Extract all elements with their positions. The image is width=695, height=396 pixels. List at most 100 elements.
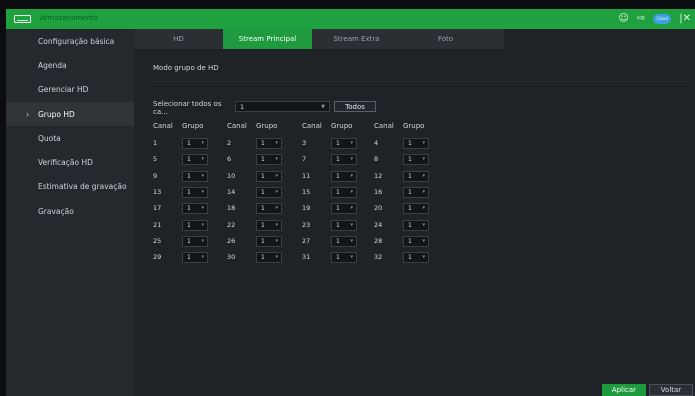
window-title: Armazenamento <box>40 14 98 22</box>
group-dropdown[interactable]: 1 ▾ <box>256 154 282 166</box>
group-value: 1 <box>187 188 191 196</box>
group-value: 1 <box>261 156 265 164</box>
chevron-down-icon: ▾ <box>350 140 353 146</box>
chevron-down-icon: ▾ <box>201 205 204 212</box>
channel-number: 15 <box>302 187 311 196</box>
channel-number: 14 <box>227 187 236 196</box>
sidebar-item[interactable]: › Grupo HD <box>6 101 134 127</box>
channel-number: 10 <box>227 171 236 180</box>
group-value: 1 <box>408 205 412 213</box>
sidebar-item[interactable]: Verificação HD <box>6 150 134 174</box>
channel-number: 31 <box>302 253 311 262</box>
group-dropdown[interactable]: 1 ▾ <box>331 154 357 166</box>
sidebar-item-label: Grupo HD <box>38 109 75 119</box>
close-icon[interactable]: |✕ <box>679 14 691 24</box>
select-all-dropdown[interactable]: 1 ▼ <box>235 101 330 112</box>
group-dropdown[interactable]: 1 ▾ <box>331 252 357 264</box>
group-dropdown[interactable]: 1 ▾ <box>182 138 208 149</box>
user-icon[interactable]: ☺ <box>618 14 628 24</box>
sidebar-item[interactable]: Estimativa de gravação <box>6 175 134 199</box>
channel-number: 4 <box>374 139 379 147</box>
sidebar-item[interactable]: Agenda <box>6 53 134 77</box>
group-dropdown[interactable]: 1 ▾ <box>182 252 208 264</box>
group-value: 1 <box>261 221 265 229</box>
group-dropdown[interactable]: 1 ▾ <box>256 138 282 149</box>
group-dropdown[interactable]: 1 ▾ <box>331 138 357 149</box>
chevron-down-icon: ▾ <box>350 205 353 212</box>
group-dropdown[interactable]: 1 ▾ <box>403 154 429 166</box>
grupo-header: Grupo <box>403 122 425 130</box>
group-dropdown[interactable]: 1 ▾ <box>331 203 357 215</box>
todos-button[interactable]: Todos <box>334 101 376 112</box>
cloud-icon[interactable]: Cloud <box>653 14 672 24</box>
back-button[interactable]: Voltar <box>649 384 693 396</box>
group-dropdown[interactable]: 1 ▾ <box>256 219 282 231</box>
exit-icon[interactable]: ⇨ <box>637 14 645 24</box>
canal-header: Canal <box>374 122 394 130</box>
group-dropdown[interactable]: 1 ▾ <box>331 219 357 231</box>
apply-button[interactable]: Aplicar <box>602 384 646 396</box>
group-value: 1 <box>336 156 340 164</box>
group-dropdown[interactable]: 1 ▾ <box>182 170 208 182</box>
chevron-down-icon: ▾ <box>275 140 278 146</box>
group-value: 1 <box>408 156 412 164</box>
group-dropdown[interactable]: 1 ▾ <box>182 219 208 231</box>
chevron-right-icon: › <box>26 109 30 119</box>
group-dropdown[interactable]: 1 ▾ <box>182 186 208 198</box>
chevron-down-icon: ▾ <box>350 221 353 228</box>
sidebar-item[interactable]: Configuração básica <box>6 29 134 53</box>
sidebar-item[interactable]: Gravação <box>6 199 134 223</box>
group-dropdown[interactable]: 1 ▾ <box>403 186 429 198</box>
group-dropdown[interactable]: 1 ▾ <box>182 154 208 166</box>
select-all-row: Selecionar todos os ca... 1 ▼ Todos <box>153 100 376 116</box>
group-dropdown[interactable]: 1 ▾ <box>256 186 282 198</box>
group-value: 1 <box>408 254 412 262</box>
group-dropdown[interactable]: 1 ▾ <box>256 252 282 264</box>
chevron-down-icon: ▾ <box>275 254 278 261</box>
group-value: 1 <box>187 156 191 164</box>
group-dropdown[interactable]: 1 ▾ <box>182 235 208 247</box>
group-value: 1 <box>336 188 340 196</box>
channel-number: 30 <box>227 253 236 262</box>
grupo-header: Grupo <box>182 122 204 130</box>
group-dropdown[interactable]: 1 ▾ <box>331 235 357 247</box>
channel-number: 28 <box>374 236 383 245</box>
channel-number: 27 <box>302 236 311 245</box>
group-dropdown[interactable]: 1 ▾ <box>403 235 429 247</box>
group-dropdown[interactable]: 1 ▾ <box>403 252 429 264</box>
group-dropdown[interactable]: 1 ▾ <box>182 203 208 215</box>
group-value: 1 <box>336 254 340 262</box>
chevron-down-icon: ▼ <box>321 104 325 110</box>
group-dropdown[interactable]: 1 ▾ <box>331 170 357 182</box>
group-value: 1 <box>261 237 265 245</box>
group-dropdown[interactable]: 1 ▾ <box>403 170 429 182</box>
group-value: 1 <box>408 140 412 147</box>
tab[interactable]: Stream Extra <box>312 29 401 49</box>
chevron-down-icon: ▾ <box>275 221 278 228</box>
channel-number: 17 <box>153 204 162 213</box>
channel-number: 11 <box>302 171 311 180</box>
group-dropdown[interactable]: 1 ▾ <box>403 203 429 215</box>
group-value: 1 <box>336 221 340 229</box>
group-value: 1 <box>408 237 412 245</box>
group-dropdown[interactable]: 1 ▾ <box>403 219 429 231</box>
group-dropdown[interactable]: 1 ▾ <box>403 138 429 149</box>
chevron-down-icon: ▾ <box>201 156 204 163</box>
group-dropdown[interactable]: 1 ▾ <box>331 186 357 198</box>
chevron-down-icon: ▾ <box>275 237 278 244</box>
sidebar-item-label: Quota <box>38 133 61 143</box>
channel-number: 7 <box>302 155 307 164</box>
tab[interactable]: Stream Principal <box>223 29 312 49</box>
sidebar-item[interactable]: Quota <box>6 126 134 150</box>
group-dropdown[interactable]: 1 ▾ <box>256 203 282 215</box>
group-dropdown[interactable]: 1 ▾ <box>256 170 282 182</box>
sidebar-item[interactable]: Gerenciar HD <box>6 78 134 102</box>
group-value: 1 <box>408 172 412 180</box>
chevron-down-icon: ▾ <box>422 221 425 228</box>
tab[interactable]: HD <box>134 29 223 49</box>
tab[interactable]: Foto <box>401 29 490 49</box>
divider <box>150 81 689 82</box>
chevron-down-icon: ▾ <box>422 205 425 212</box>
chevron-down-icon: ▾ <box>422 237 425 244</box>
group-dropdown[interactable]: 1 ▾ <box>256 235 282 247</box>
